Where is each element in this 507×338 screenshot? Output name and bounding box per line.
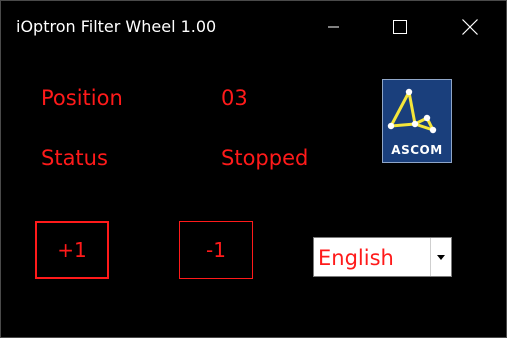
language-select[interactable]: English bbox=[313, 237, 452, 277]
language-dropdown-button[interactable] bbox=[430, 238, 451, 276]
ascom-logo-text: ASCOM bbox=[391, 143, 443, 157]
ascom-logo: ASCOM bbox=[382, 79, 452, 163]
position-label: Position bbox=[41, 86, 123, 110]
maximize-icon bbox=[393, 20, 407, 34]
status-label: Status bbox=[41, 146, 108, 170]
minimize-icon bbox=[328, 26, 339, 28]
close-button[interactable] bbox=[447, 1, 493, 53]
close-icon bbox=[462, 19, 478, 35]
position-value: 03 bbox=[221, 86, 248, 110]
increment-button[interactable]: +1 bbox=[35, 221, 109, 279]
status-value: Stopped bbox=[221, 146, 309, 170]
filter-wheel-window: iOptron Filter Wheel 1.00 Position 03 St… bbox=[0, 0, 507, 338]
decrement-button[interactable]: -1 bbox=[179, 221, 253, 279]
chevron-down-icon bbox=[437, 254, 445, 260]
window-title: iOptron Filter Wheel 1.00 bbox=[16, 17, 217, 36]
minimize-button[interactable] bbox=[311, 1, 357, 53]
maximize-button[interactable] bbox=[377, 1, 423, 53]
title-bar[interactable]: iOptron Filter Wheel 1.00 bbox=[1, 1, 506, 53]
language-selected-value: English bbox=[318, 246, 394, 270]
